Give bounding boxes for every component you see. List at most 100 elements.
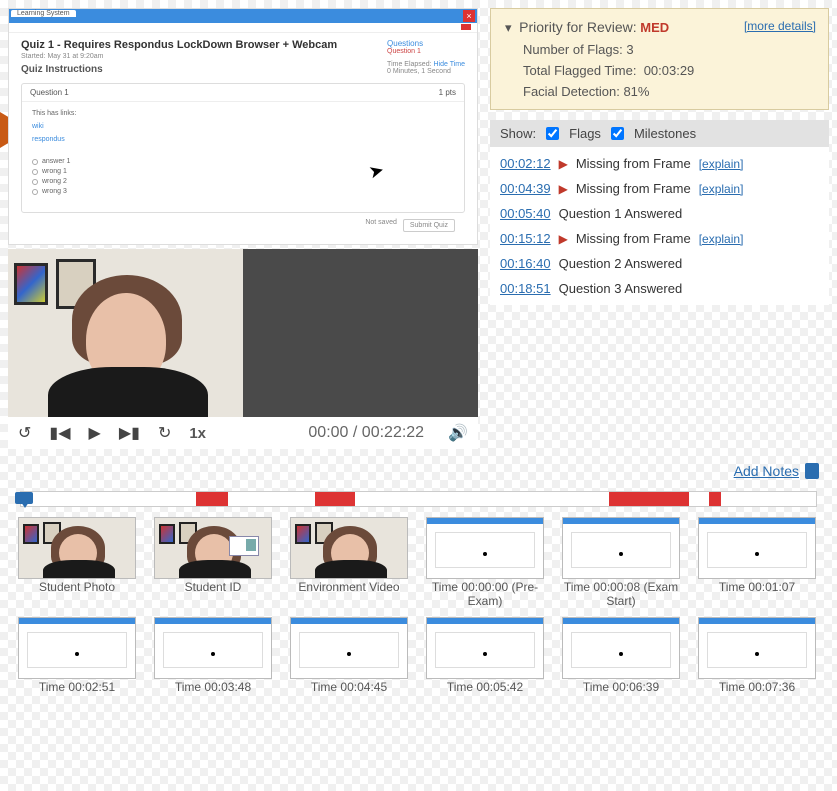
priority-level: MED [640,20,669,35]
flagged-segment[interactable] [315,492,355,506]
thumbnail-caption: Environment Video [290,581,408,595]
thumbnail-image [426,617,544,679]
lockdown-indicator [461,24,471,30]
event-timestamp[interactable]: 00:18:51 [500,281,551,296]
question-points: 1 pts [439,88,456,97]
event-list: 00:02:12▶Missing from Frame[explain]00:0… [490,147,829,305]
event-timestamp[interactable]: 00:04:39 [500,181,551,196]
player-controls: ↺ ▮◀ ▶ ▶▮ ↻ 1x 00:00 / 00:22:22 🔊 [8,417,478,449]
thumbnail-image [562,517,680,579]
submit-quiz-button: Submit Quiz [403,219,455,232]
priority-panel: ▾ Priority for Review: MED [more details… [490,8,829,110]
question-header: Question 1 [30,88,69,97]
flag-icon: ▶ [559,182,568,196]
event-row: 00:16:40 Question 2 Answered [490,251,829,276]
event-text: Question 1 Answered [559,206,683,221]
explain-link[interactable]: [explain] [699,182,744,196]
quiz-screenshot: Learning System × Quiz 1 - Requires Resp… [8,8,478,245]
webcam-feed [8,249,243,417]
event-row: 00:18:51 Question 3 Answered [490,276,829,301]
next-icon[interactable]: ▶▮ [119,423,140,443]
event-text: Missing from Frame [576,156,691,171]
event-timestamp[interactable]: 00:15:12 [500,231,551,246]
event-text: Missing from Frame [576,231,691,246]
thumbnail-image [562,617,680,679]
rewind-icon[interactable]: ↺ [18,423,31,443]
thumbnail[interactable]: Time 00:01:07 [698,517,816,609]
volume-icon[interactable]: 🔊 [448,423,468,443]
timeline[interactable] [20,491,817,507]
thumbnail-caption: Time 00:05:42 [426,681,544,695]
thumbnail-caption: Time 00:00:00 (Pre-Exam) [426,581,544,609]
flagged-segment[interactable] [609,492,689,506]
event-row: 00:15:12▶Missing from Frame[explain] [490,226,829,251]
playhead-marker-icon[interactable] [15,488,37,510]
thumbnail[interactable]: Time 00:03:48 [154,617,272,695]
thumbnail[interactable]: Time 00:04:45 [290,617,408,695]
thumbnail-grid: Student Photo Student ID Environment Video… [0,507,837,712]
flagged-time: 00:03:29 [644,63,695,78]
thumbnail-caption: Time 00:01:07 [698,581,816,595]
player-time: 00:00 / 00:22:22 [308,424,424,442]
thumbnail-image [18,517,136,579]
event-text: Question 2 Answered [559,256,683,271]
thumbnail-caption: Student ID [154,581,272,595]
thumbnail[interactable]: Time 00:00:00 (Pre-Exam) [426,517,544,609]
event-text: Missing from Frame [576,181,691,196]
thumbnail-caption: Student Photo [18,581,136,595]
explain-link[interactable]: [explain] [699,232,744,246]
event-timestamp[interactable]: 00:02:12 [500,156,551,171]
explain-link[interactable]: [explain] [699,157,744,171]
thumbnail[interactable]: Environment Video [290,517,408,609]
thumbnail-image [290,517,408,579]
flags-count: 3 [626,42,633,57]
facial-detection: 81% [623,84,649,99]
more-details-link[interactable]: [more details] [744,19,816,33]
flags-label: Flags [569,126,601,141]
thumbnail-image [154,517,272,579]
play-icon[interactable]: ▶ [89,423,101,443]
flagged-segment[interactable] [709,492,721,506]
playback-speed[interactable]: 1x [189,425,206,442]
thumbnail-image [698,517,816,579]
caret-down-icon[interactable]: ▾ [505,20,512,36]
video-preview-row [8,249,478,417]
flagged-segment[interactable] [196,492,228,506]
quiz-sidebar: Questions Question 1 Time Elapsed: Hide … [387,39,465,75]
thumbnail[interactable]: Time 00:07:36 [698,617,816,695]
thumbnail[interactable]: Time 00:06:39 [562,617,680,695]
event-row: 00:05:40 Question 1 Answered [490,201,829,226]
notes-icon[interactable] [805,463,819,479]
add-notes-link[interactable]: Add Notes [734,463,799,479]
thumbnail-image [290,617,408,679]
forward-icon[interactable]: ↻ [158,423,171,443]
screen-feed [243,249,478,417]
event-row: 00:04:39 ▶ Missing from Frame [explain] [490,176,829,201]
prev-icon[interactable]: ▮◀ [49,423,70,443]
milestones-checkbox[interactable] [611,127,624,140]
flag-icon: ▶ [559,157,568,171]
thumbnail-caption: Time 00:03:48 [154,681,272,695]
add-notes-row: Add Notes [490,455,829,487]
milestones-label: Milestones [634,126,696,141]
thumbnail-caption: Time 00:07:36 [698,681,816,695]
thumbnail-caption: Time 00:06:39 [562,681,680,695]
thumbnail-caption: Time 00:02:51 [18,681,136,695]
thumbnail-caption: Time 00:04:45 [290,681,408,695]
browser-tab: Learning System [11,10,76,17]
thumbnail-image [154,617,272,679]
thumbnail[interactable]: Time 00:00:08 (Exam Start) [562,517,680,609]
thumbnail[interactable]: Time 00:05:42 [426,617,544,695]
flags-checkbox[interactable] [546,127,559,140]
priority-label: Priority for Review: [519,19,636,35]
filter-bar: Show: Flags Milestones [490,120,829,147]
thumbnail[interactable]: Student ID [154,517,272,609]
event-text: Question 3 Answered [559,281,683,296]
close-icon: × [463,10,475,22]
thumbnail-caption: Time 00:00:08 (Exam Start) [562,581,680,609]
thumbnail[interactable]: Student Photo [18,517,136,609]
show-label: Show: [500,126,536,141]
event-timestamp[interactable]: 00:05:40 [500,206,551,221]
thumbnail[interactable]: Time 00:02:51 [18,617,136,695]
event-timestamp[interactable]: 00:16:40 [500,256,551,271]
